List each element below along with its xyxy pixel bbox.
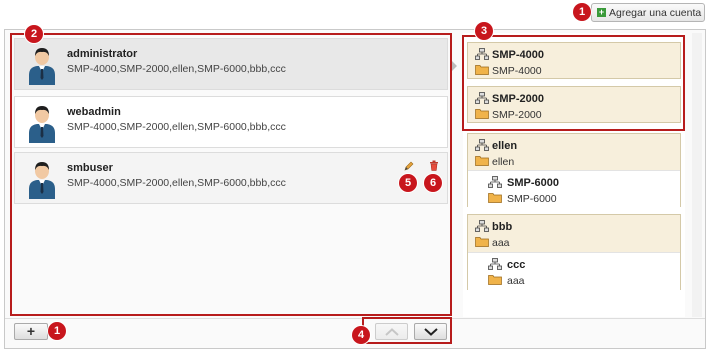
subgroup-sub: SMP-6000 [507, 193, 557, 205]
group-name: bbb [492, 221, 513, 233]
group-sub: aaa [492, 237, 510, 249]
add-account-button[interactable]: + Agregar una cuenta [591, 3, 705, 22]
callout-badge-2: 2 [25, 25, 43, 43]
selection-arrow-icon [452, 61, 457, 71]
user-list-highlight [10, 33, 452, 316]
scrollbar[interactable] [692, 33, 702, 317]
folder-icon [488, 193, 502, 203]
group-name: ellen [492, 140, 518, 152]
network-icon [488, 176, 502, 188]
folder-icon [488, 275, 502, 285]
folder-icon [475, 156, 489, 166]
group-item-ellen[interactable]: ellen ellen SMP-6000 SMP-6000 [467, 133, 681, 208]
callout-badge-6: 6 [424, 174, 442, 192]
subgroup-name: SMP-6000 [507, 177, 559, 189]
callout-badge-3: 3 [475, 22, 493, 40]
group-list-highlight [462, 35, 685, 131]
network-icon [488, 258, 502, 270]
group-sub: ellen [492, 156, 515, 168]
callout-badge-1: 1 [573, 3, 591, 21]
subgroup-item-smp6000[interactable]: SMP-6000 SMP-6000 [468, 170, 680, 208]
add-user-button[interactable]: + [14, 323, 48, 340]
subgroup-sub: aaa [507, 275, 525, 287]
folder-icon [475, 237, 489, 247]
callout-badge-1-bottom: 1 [48, 322, 66, 340]
callout-badge-4: 4 [352, 326, 370, 344]
subgroup-name: ccc [507, 259, 526, 271]
subgroup-item-ccc[interactable]: ccc aaa [468, 252, 680, 291]
network-icon [475, 139, 489, 151]
add-icon: + [597, 7, 606, 17]
group-item-bbb[interactable]: bbb aaa ccc aaa [467, 214, 681, 291]
callout-badge-5: 5 [399, 174, 417, 192]
add-account-label: Agregar una cuenta [609, 6, 702, 19]
reorder-highlight [362, 317, 452, 344]
network-icon [475, 220, 489, 232]
